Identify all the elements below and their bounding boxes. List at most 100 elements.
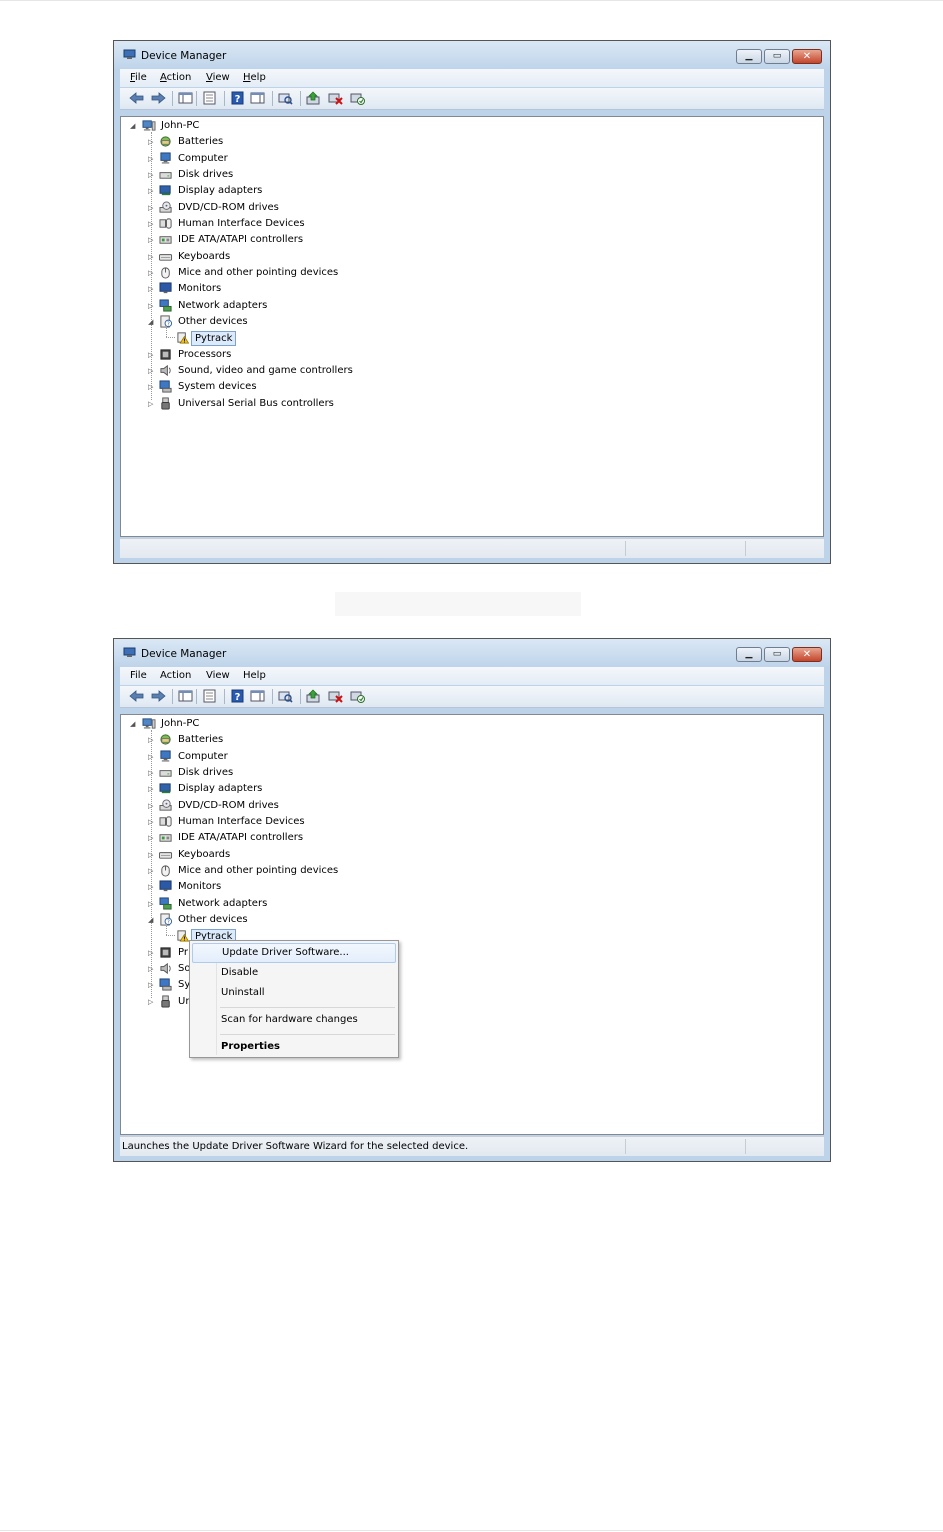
monitor-icon — [159, 880, 172, 892]
update-driver-icon[interactable] — [306, 689, 321, 703]
mouse-icon — [161, 865, 170, 877]
expander-collapsed-icon[interactable]: ▷ — [148, 167, 153, 183]
title-bar[interactable]: Device Manager ▁ ▭ ✕ — [114, 639, 830, 667]
uninstall-icon[interactable] — [328, 91, 343, 105]
maximize-button[interactable]: ▭ — [764, 647, 790, 662]
tree-item-label: Monitors — [178, 881, 222, 893]
menu-action[interactable]: Action — [160, 72, 191, 83]
caption-buttons: ▁ ▭ ✕ — [734, 49, 822, 65]
menu-help[interactable]: Help — [243, 72, 266, 83]
expander-collapsed-icon[interactable]: ▷ — [148, 216, 153, 232]
expander-expanded-icon[interactable]: ◢ — [148, 314, 153, 330]
tree-item-label: Computer — [178, 152, 228, 164]
expander-collapsed-icon[interactable]: ▷ — [148, 847, 153, 863]
menu-file[interactable]: File — [130, 670, 147, 681]
properties-icon[interactable] — [202, 689, 217, 703]
tree-item-label: IDE ATA/ATAPI controllers — [178, 234, 304, 246]
context-menu-properties[interactable]: Properties — [192, 1037, 396, 1057]
expander-collapsed-icon[interactable]: ▷ — [148, 896, 153, 912]
uninstall-icon[interactable] — [328, 689, 343, 703]
tree-item-label: Other devices — [178, 913, 248, 925]
update-driver-icon[interactable] — [306, 91, 321, 105]
menu-view[interactable]: View — [206, 670, 230, 681]
expander-collapsed-icon[interactable]: ▷ — [148, 265, 153, 281]
context-menu-scan-hardware[interactable]: Scan for hardware changes — [192, 1010, 396, 1030]
enable-device-icon[interactable] — [350, 689, 365, 703]
tree-view[interactable]: ◢ John-PC ▷ Batteries ▷ Computer ▷ Disk drives ▷… — [120, 116, 824, 537]
context-menu-uninstall[interactable]: Uninstall — [192, 983, 396, 1003]
expander-collapsed-icon[interactable]: ▷ — [148, 363, 153, 379]
expander-collapsed-icon[interactable]: ▷ — [148, 994, 153, 1010]
minimize-button[interactable]: ▁ — [736, 647, 762, 662]
scan-hardware-icon[interactable] — [278, 689, 293, 703]
expander-collapsed-icon[interactable]: ▷ — [148, 798, 153, 814]
expander-collapsed-icon[interactable]: ▷ — [148, 396, 153, 412]
action-pane-icon[interactable] — [250, 91, 265, 105]
menu-help[interactable]: Help — [243, 670, 266, 681]
close-button[interactable]: ✕ — [792, 49, 822, 64]
help-icon[interactable]: ? — [230, 689, 245, 703]
maximize-button[interactable]: ▭ — [764, 49, 790, 64]
expander-collapsed-icon[interactable]: ▷ — [148, 249, 153, 265]
show-hide-console-tree-icon[interactable] — [178, 689, 193, 703]
title-bar[interactable]: Device Manager ▁ ▭ ✕ — [114, 41, 830, 69]
expander-collapsed-icon[interactable]: ▷ — [148, 379, 153, 395]
toolbar-separator — [172, 91, 173, 106]
back-arrow-icon[interactable] — [129, 91, 144, 105]
menu-bar: File Action View Help — [120, 667, 824, 685]
expander-collapsed-icon[interactable]: ▷ — [148, 298, 153, 314]
context-menu-update-driver[interactable]: Update Driver Software... — [192, 943, 396, 963]
expander-collapsed-icon[interactable]: ▷ — [148, 200, 153, 216]
tree-guide-line — [166, 924, 167, 936]
menu-view[interactable]: View — [206, 72, 230, 83]
context-menu-disable[interactable]: Disable — [192, 963, 396, 983]
keyboard-icon — [159, 851, 173, 859]
forward-arrow-icon[interactable] — [151, 91, 166, 105]
tree-item-label: Computer — [178, 750, 228, 762]
close-button[interactable]: ✕ — [792, 647, 822, 662]
tree-view[interactable]: ◢ John-PC ▷ Batteries ▷ Computer ▷ Disk drives ▷… — [120, 714, 824, 1135]
menu-action[interactable]: Action — [160, 670, 191, 681]
expander-collapsed-icon[interactable]: ▷ — [148, 134, 153, 150]
menu-file[interactable]: File — [130, 72, 147, 83]
network-adapter-icon — [159, 299, 172, 312]
scan-hardware-icon[interactable] — [278, 91, 293, 105]
expander-collapsed-icon[interactable]: ▷ — [148, 151, 153, 167]
expander-collapsed-icon[interactable]: ▷ — [148, 945, 153, 961]
expander-expanded-icon[interactable]: ◢ — [148, 912, 153, 928]
forward-arrow-icon[interactable] — [151, 689, 166, 703]
expander-collapsed-icon[interactable]: ▷ — [148, 830, 153, 846]
expander-collapsed-icon[interactable]: ▷ — [148, 781, 153, 797]
tree-guide-line — [166, 337, 175, 339]
expander-expanded-icon[interactable]: ◢ — [130, 716, 135, 732]
toolbar-separator — [196, 689, 197, 704]
expander-collapsed-icon[interactable]: ▷ — [148, 863, 153, 879]
tree-item-label: Mice and other pointing devices — [178, 266, 339, 278]
svg-text:!: ! — [183, 339, 185, 344]
expander-collapsed-icon[interactable]: ▷ — [148, 232, 153, 248]
back-arrow-icon[interactable] — [129, 689, 144, 703]
monitor-icon — [159, 282, 172, 294]
expander-collapsed-icon[interactable]: ▷ — [148, 281, 153, 297]
tree-item-label: Keyboards — [178, 848, 231, 860]
expander-expanded-icon[interactable]: ◢ — [130, 118, 135, 134]
minimize-button[interactable]: ▁ — [736, 49, 762, 64]
tree-item-label: DVD/CD-ROM drives — [178, 799, 279, 811]
help-icon[interactable]: ? — [230, 91, 245, 105]
expander-collapsed-icon[interactable]: ▷ — [148, 183, 153, 199]
svg-text:?: ? — [235, 692, 241, 703]
expander-collapsed-icon[interactable]: ▷ — [148, 732, 153, 748]
expander-collapsed-icon[interactable]: ▷ — [148, 749, 153, 765]
enable-device-icon[interactable] — [350, 91, 365, 105]
computer-icon — [160, 152, 171, 164]
toolbar-separator — [300, 91, 301, 106]
expander-collapsed-icon[interactable]: ▷ — [148, 879, 153, 895]
expander-collapsed-icon[interactable]: ▷ — [148, 977, 153, 993]
expander-collapsed-icon[interactable]: ▷ — [148, 765, 153, 781]
properties-icon[interactable] — [202, 91, 217, 105]
expander-collapsed-icon[interactable]: ▷ — [148, 961, 153, 977]
action-pane-icon[interactable] — [250, 689, 265, 703]
expander-collapsed-icon[interactable]: ▷ — [148, 814, 153, 830]
show-hide-console-tree-icon[interactable] — [178, 91, 193, 105]
expander-collapsed-icon[interactable]: ▷ — [148, 347, 153, 363]
